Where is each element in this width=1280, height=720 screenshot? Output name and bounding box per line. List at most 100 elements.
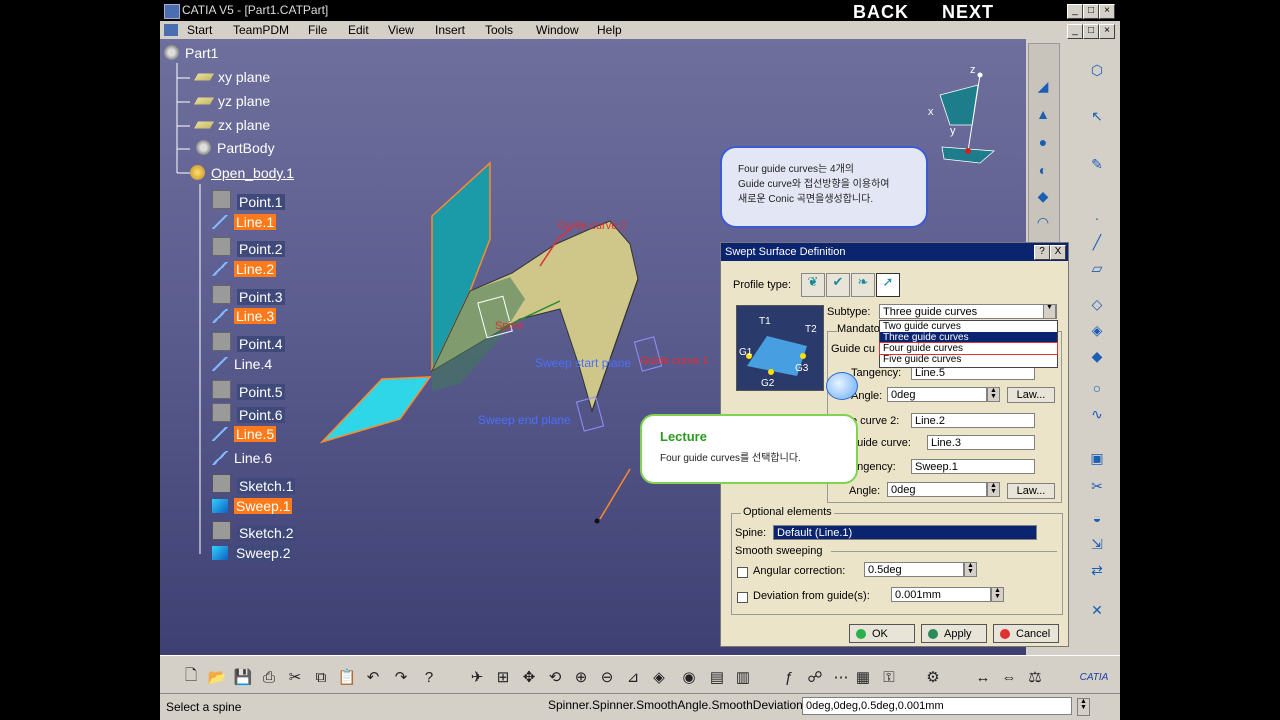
tree-node-sweep2[interactable]: Sweep.2 <box>212 545 293 561</box>
subtype-select[interactable]: Three guide curves <box>879 304 1057 319</box>
offset-tool-icon[interactable]: ◆ <box>1086 345 1108 367</box>
intersection-tool-icon[interactable]: ◈ <box>1086 319 1108 341</box>
tree-node-sketch2[interactable]: Sketch.2 <box>212 521 296 541</box>
subtype-option-four[interactable]: Four guide curves <box>879 342 1058 355</box>
tree-node-line6[interactable]: Line.6 <box>212 450 272 466</box>
undo-icon[interactable]: ↶ <box>362 666 384 688</box>
angle1-spin-icon[interactable]: ▲ ▼ <box>987 387 1000 402</box>
measure-between-icon[interactable]: ↔ <box>972 666 994 688</box>
formula-icon[interactable]: ƒ <box>778 666 800 688</box>
angle1-field[interactable]: 0deg <box>887 387 987 402</box>
tree-node-point1[interactable]: Point.1 <box>212 190 285 210</box>
tree-node-point2[interactable]: Point.2 <box>212 237 285 257</box>
tree-node-point3[interactable]: Point.3 <box>212 285 285 305</box>
law2-button[interactable]: Law... <box>1007 483 1055 499</box>
tree-node-sketch1[interactable]: Sketch.1 <box>212 474 296 494</box>
tree-node-xy-plane[interactable]: xy plane <box>193 69 270 85</box>
doc-minimize-icon[interactable]: _ <box>1067 24 1083 39</box>
tree-node-line2[interactable]: Line.2 <box>212 261 277 277</box>
shading-icon[interactable]: ◉ <box>678 666 700 688</box>
cut-icon[interactable]: ✂ <box>284 666 306 688</box>
cancel-button[interactable]: Cancel <box>993 624 1059 643</box>
tangency2-field[interactable]: Sweep.1 <box>911 459 1035 474</box>
rotate-icon[interactable]: ⟲ <box>544 666 566 688</box>
angular-correction-spin-icon[interactable]: ▲ ▼ <box>964 562 977 577</box>
profile-circle-icon[interactable]: ❧ <box>851 273 875 297</box>
deviation-spin-icon[interactable]: ▲ ▼ <box>991 587 1004 602</box>
menu-edit[interactable]: Edit <box>348 23 369 37</box>
profile-explicit-icon[interactable]: ❦ <box>801 273 825 297</box>
spine-field[interactable]: Default (Line.1) <box>773 525 1037 540</box>
tree-node-line3[interactable]: Line.3 <box>212 308 277 324</box>
surface-tool-icon[interactable]: ◢ <box>1032 75 1054 97</box>
tree-node-point4[interactable]: Point.4 <box>212 332 285 352</box>
menu-insert[interactable]: Insert <box>435 23 465 37</box>
tree-node-line5[interactable]: Line.5 <box>212 426 277 442</box>
law1-button[interactable]: Law... <box>1007 387 1055 403</box>
save-icon[interactable]: 💾 <box>232 666 254 688</box>
deviation-field[interactable]: 0.001mm <box>891 587 991 602</box>
open-icon[interactable]: 📂 <box>206 666 228 688</box>
tree-root[interactable]: Part1 <box>164 45 218 61</box>
subtype-option-five[interactable]: Five guide curves <box>880 354 1057 365</box>
blend-tool-icon[interactable]: ◠ <box>1032 211 1054 233</box>
menu-teampdm[interactable]: TeamPDM <box>233 23 289 37</box>
maximize-icon[interactable]: □ <box>1083 4 1099 19</box>
deviation-checkbox[interactable] <box>737 592 748 603</box>
normal-view-icon[interactable]: ⊿ <box>622 666 644 688</box>
sphere-tool-icon[interactable]: ● <box>1032 131 1054 153</box>
menu-file[interactable]: File <box>308 23 327 37</box>
zoom-in-icon[interactable]: ⊕ <box>570 666 592 688</box>
power-input-spin-icon[interactable]: ▲ ▼ <box>1077 698 1090 716</box>
menu-view[interactable]: View <box>388 23 414 37</box>
last-guide-field[interactable]: Line.3 <box>927 435 1035 450</box>
translate-tool-icon[interactable]: ⇲ <box>1086 533 1108 555</box>
tree-node-zx-plane[interactable]: zx plane <box>193 117 270 133</box>
tree-node-line1[interactable]: Line.1 <box>212 214 277 230</box>
fill-tool-icon[interactable]: ◆ <box>1032 185 1054 207</box>
select-tool-icon[interactable]: ↖ <box>1086 105 1108 127</box>
minimize-icon[interactable]: _ <box>1067 4 1083 19</box>
measure-icon[interactable]: ⚿ <box>878 666 900 688</box>
point-tool-icon[interactable]: · <box>1086 207 1108 229</box>
menu-start[interactable]: Start <box>187 23 212 37</box>
spline-tool-icon[interactable]: ∿ <box>1086 403 1108 425</box>
guide-curve2-field[interactable]: Line.2 <box>911 413 1035 428</box>
subtype-option-three[interactable]: Three guide curves <box>880 332 1057 343</box>
extrude-tool-icon[interactable]: ▲ <box>1032 103 1054 125</box>
tree-node-open-body[interactable]: Open_body.1 <box>190 165 294 181</box>
whats-this-icon[interactable]: ? <box>418 666 440 688</box>
angle2-spin-icon[interactable]: ▲ ▼ <box>987 482 1000 497</box>
subtype-option-two[interactable]: Two guide curves <box>880 321 1057 332</box>
angular-correction-checkbox[interactable] <box>737 567 748 578</box>
fly-mode-icon[interactable]: ✈ <box>466 666 488 688</box>
join-tool-icon[interactable]: ▣ <box>1086 447 1108 469</box>
next-button[interactable]: NEXT <box>942 2 994 23</box>
measure-item-icon[interactable]: ⇔ <box>998 666 1020 688</box>
tree-node-line4[interactable]: Line.4 <box>212 356 272 372</box>
sweep-tool-icon[interactable]: ◐ <box>1032 159 1054 181</box>
doc-restore-icon[interactable]: □ <box>1083 24 1099 39</box>
menu-help[interactable]: Help <box>597 23 622 37</box>
knowledge-icon[interactable]: ☍ <box>804 666 826 688</box>
line-tool-icon[interactable]: ╱ <box>1086 231 1108 253</box>
profile-conic-icon[interactable]: ➚ <box>876 273 900 297</box>
projection-tool-icon[interactable]: ◇ <box>1086 293 1108 315</box>
axis-tool-icon[interactable]: ✕ <box>1086 599 1108 621</box>
iso-view-icon[interactable]: ◈ <box>648 666 670 688</box>
menu-window[interactable]: Window <box>536 23 579 37</box>
menu-tools[interactable]: Tools <box>485 23 513 37</box>
dialog-close-button[interactable]: X <box>1050 245 1066 260</box>
angular-correction-field[interactable]: 0.5deg <box>864 562 964 577</box>
sketcher-tool-icon[interactable]: ✎ <box>1086 153 1108 175</box>
tree-node-point6[interactable]: Point.6 <box>212 403 285 423</box>
zoom-out-icon[interactable]: ⊖ <box>596 666 618 688</box>
transform-tool-icon[interactable]: ⇄ <box>1086 559 1108 581</box>
profile-line-icon[interactable]: ✔ <box>826 273 850 297</box>
new-icon[interactable]: 🗋 <box>180 666 202 688</box>
angle2-field[interactable]: 0deg <box>887 482 987 497</box>
tree-node-point5[interactable]: Point.5 <box>212 380 285 400</box>
tree-node-sweep1[interactable]: Sweep.1 <box>212 498 293 514</box>
print-icon[interactable]: ⎙ <box>258 666 280 688</box>
apply-button[interactable]: Apply <box>921 624 987 643</box>
